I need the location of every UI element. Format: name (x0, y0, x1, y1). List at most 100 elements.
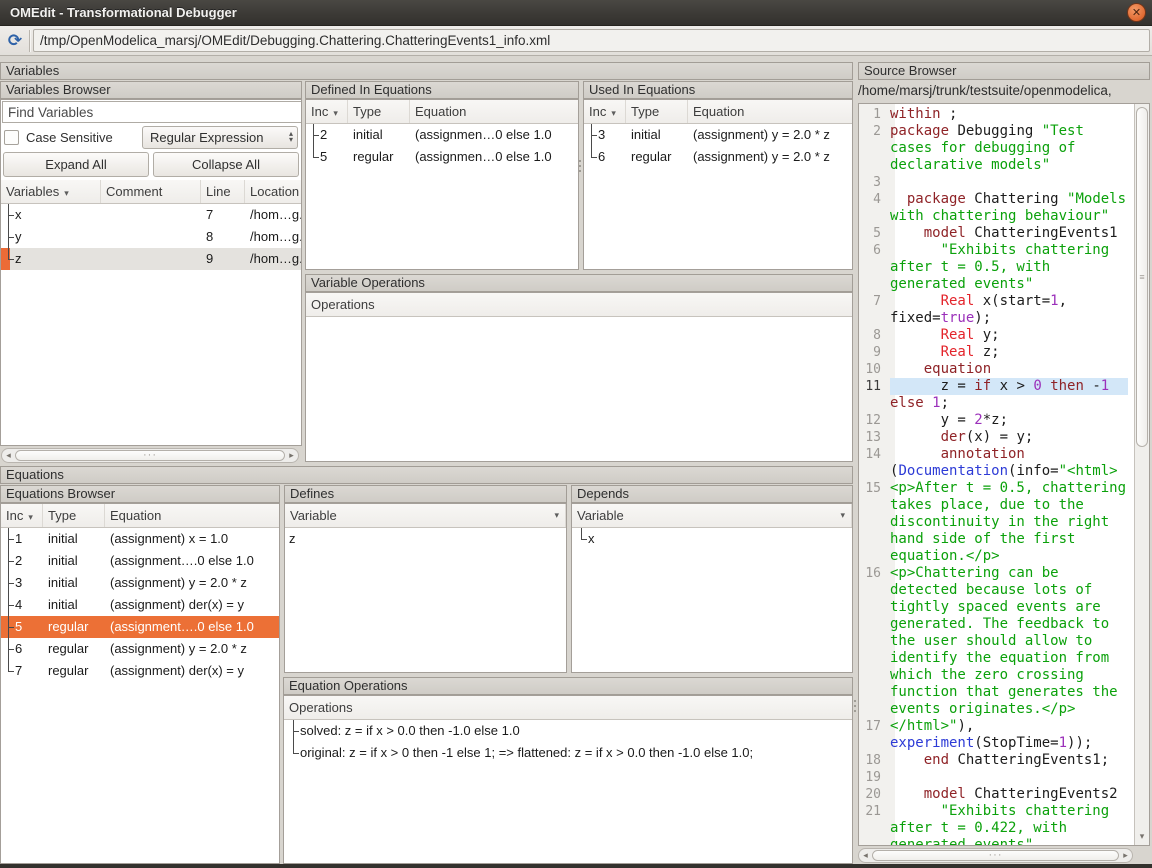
dropdown-icon[interactable]: ▾ (840, 504, 845, 527)
search-mode-combo[interactable]: Regular Expression ▴ ▾ (142, 126, 298, 149)
source-file-path: /home/marsj/trunk/testsuite/openmodelica… (858, 81, 1150, 101)
col-inc[interactable]: Inc▾ (1, 504, 43, 527)
code-text: package Debugging "Test cases for debugg… (890, 123, 1128, 174)
col-inc[interactable]: Inc▾ (584, 100, 626, 123)
col-variables[interactable]: Variables▾ (1, 180, 101, 203)
equation-row[interactable]: 1initial(assignment) x = 1.0 (1, 528, 279, 550)
col-location[interactable]: Location (245, 180, 301, 203)
equation-index: 7 (15, 660, 22, 682)
line-number: 8 (859, 327, 888, 344)
scroll-left-icon[interactable]: ◂ (2, 450, 15, 461)
variable-row[interactable]: z9/hom…g. (1, 248, 301, 270)
cell-equation: (assignment) y = 2.0 * z (105, 572, 279, 594)
scroll-right-icon[interactable]: ▸ (285, 450, 298, 461)
toolbar-separator (29, 30, 30, 52)
col-operations[interactable]: Operations (284, 696, 852, 719)
col-comment[interactable]: Comment (101, 180, 201, 203)
code-text: Real z; (890, 344, 1128, 361)
find-variables-input[interactable] (2, 101, 302, 123)
variable-row[interactable]: y8/hom…g. (1, 226, 301, 248)
variable-operations-column-header: Operations (306, 293, 852, 317)
cell-inc: 7 (1, 660, 43, 682)
dropdown-icon[interactable]: ▾ (554, 504, 559, 527)
line-number: 17 (859, 718, 888, 752)
sort-desc-icon: ▾ (28, 512, 33, 522)
scroll-thumb[interactable] (15, 450, 285, 461)
col-equation[interactable]: Equation (688, 100, 852, 123)
defines-rows: z (285, 528, 566, 550)
col-equation[interactable]: Equation (410, 100, 578, 123)
splitter-handle[interactable] (854, 700, 857, 714)
code-text: "Exhibits chattering after t = 0.422, wi… (890, 803, 1128, 846)
cell-type: initial (43, 594, 105, 616)
expand-all-button[interactable]: Expand All (3, 152, 149, 177)
variables-tree: x7/hom…g.y8/hom…g.z9/hom…g. (1, 204, 301, 270)
col-type[interactable]: Type (626, 100, 688, 123)
col-line[interactable]: Line (201, 180, 245, 203)
equation-operations-header: Equation Operations (283, 677, 853, 695)
cell-variable: x (572, 528, 852, 550)
search-mode-value: Regular Expression (150, 130, 289, 145)
operation-row[interactable]: original: z = if x > 0 then -1 else 1; =… (284, 742, 852, 764)
equation-row[interactable]: 7regular(assignment) der(x) = y (1, 660, 279, 682)
close-icon[interactable]: ✕ (1127, 3, 1146, 22)
omedit-debugger-window: OMEdit - Transformational Debugger ✕ ⟳ /… (0, 0, 1152, 868)
col-operations[interactable]: Operations (306, 293, 852, 316)
spin-down-icon[interactable]: ▾ (289, 137, 293, 143)
scroll-thumb[interactable] (872, 850, 1119, 861)
equation-row[interactable]: 4initial(assignment) der(x) = y (1, 594, 279, 616)
col-variable[interactable]: Variable (572, 504, 852, 527)
depends-row[interactable]: x (572, 528, 852, 550)
col-equation[interactable]: Equation (105, 504, 279, 527)
source-line: 10 equation (859, 361, 1132, 378)
case-sensitive-checkbox[interactable] (4, 130, 19, 145)
case-sensitive-label: Case Sensitive (26, 130, 142, 145)
used-in-row[interactable]: 6regular(assignment) y = 2.0 * z (584, 146, 852, 168)
tree-branch-icon (308, 124, 320, 146)
scroll-right-icon[interactable]: ▸ (1119, 850, 1132, 861)
equation-row[interactable]: 6regular(assignment) y = 2.0 * z (1, 638, 279, 660)
scroll-left-icon[interactable]: ◂ (859, 850, 872, 861)
source-code-area[interactable]: 1within ;2package Debugging "Test cases … (858, 103, 1150, 846)
splitter-handle[interactable] (579, 160, 582, 174)
equation-row[interactable]: 5regular(assignment….0 else 1.0 (1, 616, 279, 638)
info-xml-path-field[interactable]: /tmp/OpenModelica_marsj/OMEdit/Debugging… (33, 29, 1150, 52)
tree-branch-icon (586, 146, 598, 168)
variables-hscrollbar[interactable]: ◂ ▸ (1, 448, 299, 463)
variable-name: z (289, 528, 296, 550)
defined-in-row[interactable]: 5regular(assignmen…0 else 1.0 (306, 146, 578, 168)
used-in-row[interactable]: 3initial(assignment) y = 2.0 * z (584, 124, 852, 146)
equation-operations-column-header: Operations (284, 696, 852, 720)
used-in-equations-panel: Inc▾ Type Equation 3initial(assignment) … (583, 99, 853, 270)
source-vscrollbar[interactable]: ▾ (1134, 104, 1149, 845)
scroll-thumb[interactable] (1136, 107, 1148, 447)
defined-in-row[interactable]: 2initial(assignmen…0 else 1.0 (306, 124, 578, 146)
equation-row[interactable]: 3initial(assignment) y = 2.0 * z (1, 572, 279, 594)
tree-branch-icon (3, 572, 15, 594)
equation-row[interactable]: 2initial(assignment….0 else 1.0 (1, 550, 279, 572)
collapse-all-button[interactable]: Collapse All (153, 152, 299, 177)
col-type[interactable]: Type (43, 504, 105, 527)
operation-row[interactable]: solved: z = if x > 0.0 then -1.0 else 1.… (284, 720, 852, 742)
scroll-down-icon[interactable]: ▾ (1135, 829, 1149, 844)
col-type[interactable]: Type (348, 100, 410, 123)
source-hscrollbar[interactable]: ◂ ▸ (858, 848, 1133, 863)
col-inc[interactable]: Inc▾ (306, 100, 348, 123)
variable-name: y (15, 226, 22, 248)
cell-variable: z (285, 528, 566, 550)
defines-row[interactable]: z (285, 528, 566, 550)
variables-table-header: Variables▾ Comment Line Location (1, 180, 301, 204)
source-line: 2package Debugging "Test cases for debug… (859, 123, 1132, 174)
cell-inc: 5 (306, 146, 348, 168)
cell-inc: 2 (306, 124, 348, 146)
tree-branch-icon (3, 616, 15, 638)
reload-icon[interactable]: ⟳ (2, 29, 28, 53)
source-line: 21 "Exhibits chattering after t = 0.422,… (859, 803, 1132, 846)
col-variable[interactable]: Variable (285, 504, 566, 527)
source-line: 11 z = if x > 0 then -1 else 1; (859, 378, 1132, 412)
variable-row[interactable]: x7/hom…g. (1, 204, 301, 226)
spinner-icon[interactable]: ▴ ▾ (289, 131, 293, 143)
cell-equation: (assignment) x = 1.0 (105, 528, 279, 550)
cell-equation: (assignment) der(x) = y (105, 660, 279, 682)
window-title: OMEdit - Transformational Debugger (0, 5, 1127, 20)
